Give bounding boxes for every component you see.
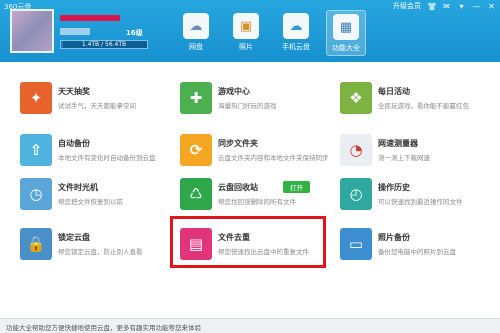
cloud-icon: ☁ — [183, 13, 209, 39]
tool-description: 海量热门好玩的游戏 — [218, 102, 277, 110]
tool-description: 本地文件有变化时自动备份到云盘 — [58, 154, 156, 162]
minimize-button[interactable]: — — [472, 2, 481, 11]
status-text: 功能大全帮助您方便快捷地使用云盘，更多有趣实用功能等您来体验 — [6, 324, 201, 332]
apps-icon: ▦ — [333, 14, 359, 40]
nav-tab-3[interactable]: ▦ 功能大全 — [326, 10, 366, 56]
tool-title: 同步文件夹 — [218, 139, 258, 148]
gamepad-icon: ✚ — [180, 82, 212, 114]
tool-title: 游戏中心 — [218, 87, 250, 96]
tool-card[interactable]: ▭ 照片备份备份您电脑中的照片到云盘 — [334, 224, 484, 264]
nav-tab-0[interactable]: ☁ 网盘 — [176, 10, 216, 56]
tool-title: 天天抽奖 — [58, 87, 90, 96]
status-bar: 功能大全帮助您方便快捷地使用云盘，更多有趣实用功能等您来体验 — [0, 318, 500, 333]
tool-card[interactable]: ◔ 网速测量器测一测上下载网速 — [334, 130, 484, 170]
tool-description: 试试手气，天天都能拿空间 — [58, 102, 136, 110]
storage-text: 1.4TB / 56.4TB — [81, 41, 127, 48]
account-id-redacted — [60, 28, 90, 35]
message-icon[interactable]: ✉ — [442, 2, 451, 11]
user-level: 16级 — [126, 29, 143, 37]
tool-description: 帮您找回误删除的所有文件 — [218, 198, 296, 206]
upload-cloud-icon: ⇧ — [20, 134, 52, 166]
time-machine-icon: ◷ — [20, 178, 52, 210]
app-window: 360云盘 升级会员 👕 ✉ ▾ — ✕ 16级 1.4TB / 56.4TB … — [0, 0, 500, 333]
speedometer-icon: ◔ — [340, 134, 372, 166]
tool-title: 自动备份 — [58, 139, 90, 148]
nav-tab-2[interactable]: ☁ 手机云盘 — [276, 10, 316, 56]
nav-tab-label: 网盘 — [189, 43, 203, 51]
tool-title: 操作历史 — [378, 183, 410, 192]
phone-cloud-icon: ☁ — [283, 13, 309, 39]
lottery-icon: ✦ — [20, 82, 52, 114]
tool-title: 每日活动 — [378, 87, 410, 96]
tool-card[interactable]: ◷ 文件时光机帮您把文件恢复到以前 — [14, 174, 164, 214]
tool-description: 测一测上下载网速 — [378, 154, 430, 162]
gift-icon: ❖ — [340, 82, 372, 114]
tool-card[interactable]: ❖ 每日活动全民玩游戏，看你能不能赢红包 — [334, 78, 484, 118]
username-redacted — [60, 15, 120, 21]
tool-description: 帮您把文件恢复到以前 — [58, 198, 123, 206]
photo-icon: ▣ — [233, 13, 259, 39]
tool-card[interactable]: ⟳ 同步文件夹云盘文件夹内容和本地文件夹保持同步 — [174, 130, 329, 170]
nav-tabs: ☁ 网盘 ▣ 照片 ☁ 手机云盘 ▦ 功能大全 — [176, 10, 366, 56]
close-button[interactable]: ✕ — [487, 2, 496, 11]
lock-cloud-icon: 🔒 — [20, 228, 52, 260]
upgrade-vip-link[interactable]: 升级会员 — [393, 1, 421, 11]
menu-dropdown-icon[interactable]: ▾ — [457, 2, 466, 11]
tool-description: 可以快速找到最近操作的文件 — [378, 198, 463, 206]
tool-title: 云盘回收站 — [218, 183, 258, 192]
tool-card[interactable]: ⇧ 自动备份本地文件有变化时自动备份到云盘 — [14, 130, 164, 170]
tool-card[interactable]: ✦ 天天抽奖试试手气，天天都能拿空间 — [14, 78, 164, 118]
history-icon: ◴ — [340, 178, 372, 210]
avatar[interactable] — [10, 9, 54, 53]
tool-title: 锁定云盘 — [58, 233, 90, 242]
header: 360云盘 升级会员 👕 ✉ ▾ — ✕ 16级 1.4TB / 56.4TB … — [0, 0, 500, 62]
nav-tab-label: 手机云盘 — [282, 43, 310, 51]
tool-description: 备份您电脑中的照片到云盘 — [378, 248, 456, 256]
nav-tab-label: 功能大全 — [332, 44, 360, 52]
recycle-bin-icon: ♺ — [180, 178, 212, 210]
tool-title: 照片备份 — [378, 233, 410, 242]
highlight-box — [170, 216, 326, 268]
nav-tab-1[interactable]: ▣ 照片 — [226, 10, 266, 56]
skin-icon[interactable]: 👕 — [427, 2, 437, 11]
tool-card[interactable]: ◴ 操作历史可以快速找到最近操作的文件 — [334, 174, 484, 214]
tools-grid: ✦ 天天抽奖试试手气，天天都能拿空间 ✚ 游戏中心海量热门好玩的游戏 ❖ 每日活动全民玩游… — [8, 76, 492, 316]
window-controls: 升级会员 👕 ✉ ▾ — ✕ — [393, 1, 496, 11]
tool-description: 全民玩游戏，看你能不能赢红包 — [378, 102, 469, 110]
open-button[interactable]: 打开 — [283, 181, 310, 193]
storage-bar: 1.4TB / 56.4TB — [60, 40, 148, 49]
tool-title: 文件时光机 — [58, 183, 98, 192]
nav-tab-label: 照片 — [239, 43, 253, 51]
photo-backup-icon: ▭ — [340, 228, 372, 260]
tool-card[interactable]: 🔒 锁定云盘帮您锁定云盘，防止别人查看 — [14, 224, 164, 264]
tool-card[interactable]: ♺ 云盘回收站帮您找回误删除的所有文件 打开 — [174, 174, 324, 214]
tool-description: 帮您锁定云盘，防止别人查看 — [58, 248, 143, 256]
sync-icon: ⟳ — [180, 134, 212, 166]
tool-card[interactable]: ✚ 游戏中心海量热门好玩的游戏 — [174, 78, 324, 118]
tool-description: 云盘文件夹内容和本地文件夹保持同步 — [218, 154, 329, 162]
tool-title: 网速测量器 — [378, 139, 418, 148]
